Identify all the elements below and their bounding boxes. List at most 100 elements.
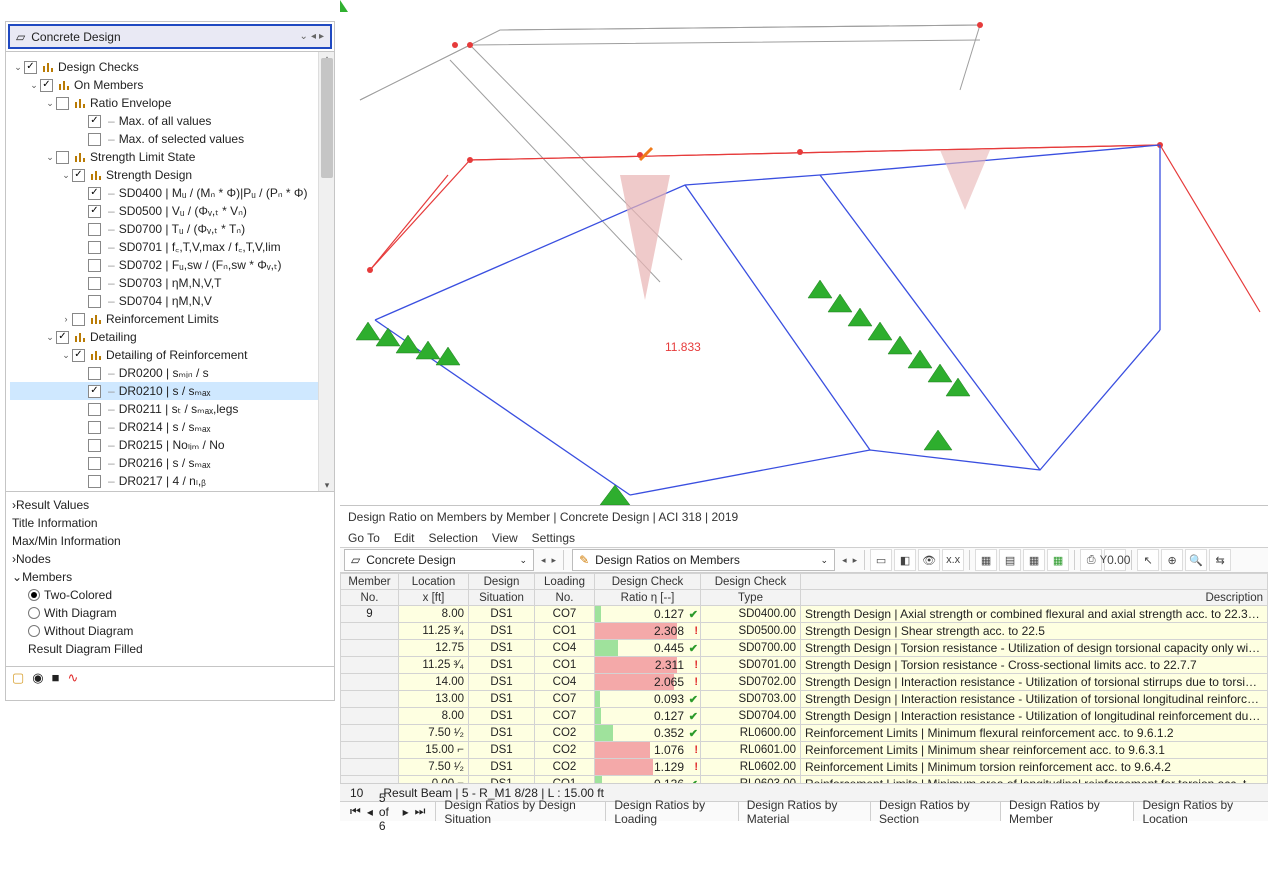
table-row[interactable]: 15.00 ⌐DS1CO21.076!RL0601.00Reinforcemen… (341, 742, 1268, 759)
toolbar-btn-14[interactable]: ⇆ (1209, 549, 1231, 571)
table-row[interactable]: 0.00 ⌐DS1CO10.136✔RL0603.00Reinforcement… (341, 776, 1268, 784)
tree-item[interactable]: –SD0700 | Tᵤ / (Φᵥ,ₜ * Tₙ) (10, 220, 330, 238)
tree-checkbox[interactable] (88, 403, 101, 416)
combo2-next-icon[interactable]: ▸ (850, 555, 861, 566)
tree-item[interactable]: –DR0215 | Noₗᵢₘ / No (10, 436, 330, 454)
lower-tree-item[interactable]: Two-Colored (10, 586, 330, 604)
scroll-down-icon[interactable]: ▾ (319, 477, 334, 491)
combo2-prev-icon[interactable]: ◂ (839, 555, 850, 566)
tree-item[interactable]: –DR0210 | s / sₘₐₓ (10, 382, 330, 400)
toolbar-btn-10[interactable]: Y0.00 (1104, 549, 1126, 571)
col-desc-1[interactable] (801, 574, 1268, 590)
tree-caret-icon[interactable]: ⌄ (44, 328, 56, 346)
col-ratio-1[interactable]: Design Check (595, 574, 701, 590)
tree-item[interactable]: –SD0400 | Mᵤ / (Mₙ * Φ)|Pᵤ / (Pₙ * Φ) (10, 184, 330, 202)
tree-checkbox[interactable] (88, 385, 101, 398)
tree-item[interactable]: ⌄Strength Design (10, 166, 330, 184)
tree-checkbox[interactable] (56, 331, 69, 344)
tree-item[interactable]: –DR0217 | 4 / nₗ,ᵦ (10, 472, 330, 490)
pager-prev-icon[interactable]: ◂ (367, 805, 373, 819)
results-menu-item[interactable]: Edit (394, 531, 415, 545)
results-tab[interactable]: Design Ratios by Location (1133, 802, 1268, 821)
tree-checkbox[interactable] (40, 79, 53, 92)
results-tab[interactable]: Design Ratios by Design Situation (435, 802, 605, 821)
table-row[interactable]: 14.00DS1CO42.065!SD0702.00Strength Desig… (341, 674, 1268, 691)
tree-item[interactable]: –Max. of selected values (10, 130, 330, 148)
lower-tree-item[interactable]: ›Result Values (10, 496, 330, 514)
results-menu-item[interactable]: Settings (532, 531, 575, 545)
table-row[interactable]: 13.00DS1CO70.093✔SD0703.00Strength Desig… (341, 691, 1268, 708)
tree-checkbox[interactable] (88, 475, 101, 488)
tree-caret-icon[interactable]: ⌄ (44, 94, 56, 112)
lower-tree-item[interactable]: ›Nodes (10, 550, 330, 568)
chevron-down-icon[interactable]: ⌄ (300, 31, 308, 42)
col-loc-2[interactable]: x [ft] (399, 590, 469, 606)
toolbar-btn-13[interactable]: 🔍 (1185, 549, 1207, 571)
results-menu-item[interactable]: View (492, 531, 518, 545)
tree-caret-icon[interactable]: ⌄ (12, 58, 24, 76)
results-output-combo[interactable]: ✎ Design Ratios on Members ⌄ (572, 549, 835, 571)
tree-item[interactable]: –SD0500 | Vᵤ / (Φᵥ,ₜ * Vₙ) (10, 202, 330, 220)
lower-tree-item[interactable]: With Diagram (10, 604, 330, 622)
pager-last-icon[interactable]: ⏭ (415, 804, 426, 819)
tree-checkbox[interactable] (88, 187, 101, 200)
results-tab[interactable]: Design Ratios by Section (870, 802, 1000, 821)
tree-caret-icon[interactable]: ⌄ (60, 166, 72, 184)
tree-caret-icon[interactable]: ⌄ (28, 76, 40, 94)
chevron-down-icon[interactable]: ⌄ (519, 555, 527, 566)
toolbar-btn-6[interactable]: ▤ (999, 549, 1021, 571)
footer-icon-1[interactable]: ▢ (12, 670, 24, 686)
toolbar-btn-1[interactable]: ▭ (870, 549, 892, 571)
toolbar-btn-11[interactable]: ↖ (1137, 549, 1159, 571)
results-table[interactable]: Member Location Design Loading Design Ch… (340, 573, 1268, 783)
tree-caret-icon[interactable]: ⌄ (12, 570, 22, 584)
tree-item[interactable]: –DR0200 | sₘᵢₙ / s (10, 364, 330, 382)
table-row[interactable]: 8.00DS1CO70.127✔SD0704.00Strength Design… (341, 708, 1268, 725)
tree-checkbox[interactable] (88, 133, 101, 146)
tree-item[interactable]: ⌄Detailing (10, 328, 330, 346)
tree-item[interactable]: ⌄Detailing of Reinforcement (10, 346, 330, 364)
col-member-1[interactable]: Member (341, 574, 399, 590)
tree-item[interactable]: ⌄Ratio Envelope (10, 94, 330, 112)
tree-item[interactable]: –DR0211 | sₜ / sₘₐₓ,legs (10, 400, 330, 418)
tree-checkbox[interactable] (88, 277, 101, 290)
lower-tree-item[interactable]: Without Diagram (10, 622, 330, 640)
tree-caret-icon[interactable]: ⌄ (60, 346, 72, 364)
toolbar-btn-7[interactable]: ▦ (1023, 549, 1045, 571)
tree-checkbox[interactable] (56, 151, 69, 164)
tree-caret-icon[interactable]: › (60, 310, 72, 328)
tree-checkbox[interactable] (72, 169, 85, 182)
toolbar-btn-8[interactable]: ▦ (1047, 549, 1069, 571)
results-tab[interactable]: Design Ratios by Material (738, 802, 870, 821)
tree-checkbox[interactable] (88, 241, 101, 254)
toolbar-btn-2[interactable]: ◧ (894, 549, 916, 571)
scroll-thumb[interactable] (321, 58, 333, 178)
tree-checkbox[interactable] (88, 205, 101, 218)
combo-next-icon[interactable]: ▸ (549, 555, 560, 566)
tree-checkbox[interactable] (72, 349, 85, 362)
tree-checkbox[interactable] (56, 97, 69, 110)
tree-checkbox[interactable] (72, 313, 85, 326)
col-member-2[interactable]: No. (341, 590, 399, 606)
chevron-down-icon[interactable]: ⌄ (821, 555, 829, 566)
lower-tree-item[interactable]: ⌄Members (10, 568, 330, 586)
tree-item[interactable]: –SD0702 | Fᵤ,sw / (Fₙ,sw * Φᵥ,ₜ) (10, 256, 330, 274)
pager-first-icon[interactable]: ⏮ (350, 804, 361, 819)
col-desc-2[interactable]: Description (801, 590, 1268, 606)
tree-item[interactable]: ⌄On Members (10, 76, 330, 94)
table-row[interactable]: 12.75DS1CO40.445✔SD0700.00Strength Desig… (341, 640, 1268, 657)
col-load-1[interactable]: Loading (535, 574, 595, 590)
table-row[interactable]: 7.50 ¹⁄₂DS1CO20.352✔RL0600.00Reinforceme… (341, 725, 1268, 742)
tree-item[interactable]: –Max. of all values (10, 112, 330, 130)
results-tab[interactable]: Design Ratios by Loading (605, 802, 737, 821)
col-load-2[interactable]: No. (535, 590, 595, 606)
tree-caret-icon[interactable]: ⌄ (44, 148, 56, 166)
table-row[interactable]: 11.25 ³⁄₄DS1CO12.308!SD0500.00Strength D… (341, 623, 1268, 640)
tree-checkbox[interactable] (88, 259, 101, 272)
toolbar-btn-4[interactable]: x.x (942, 549, 964, 571)
tree-radio[interactable] (28, 607, 40, 619)
lower-tree-item[interactable]: Title Information (10, 514, 330, 532)
tree-checkbox[interactable] (88, 421, 101, 434)
table-row[interactable]: 98.00DS1CO70.127✔SD0400.00Strength Desig… (341, 606, 1268, 623)
tree-checkbox[interactable] (88, 457, 101, 470)
